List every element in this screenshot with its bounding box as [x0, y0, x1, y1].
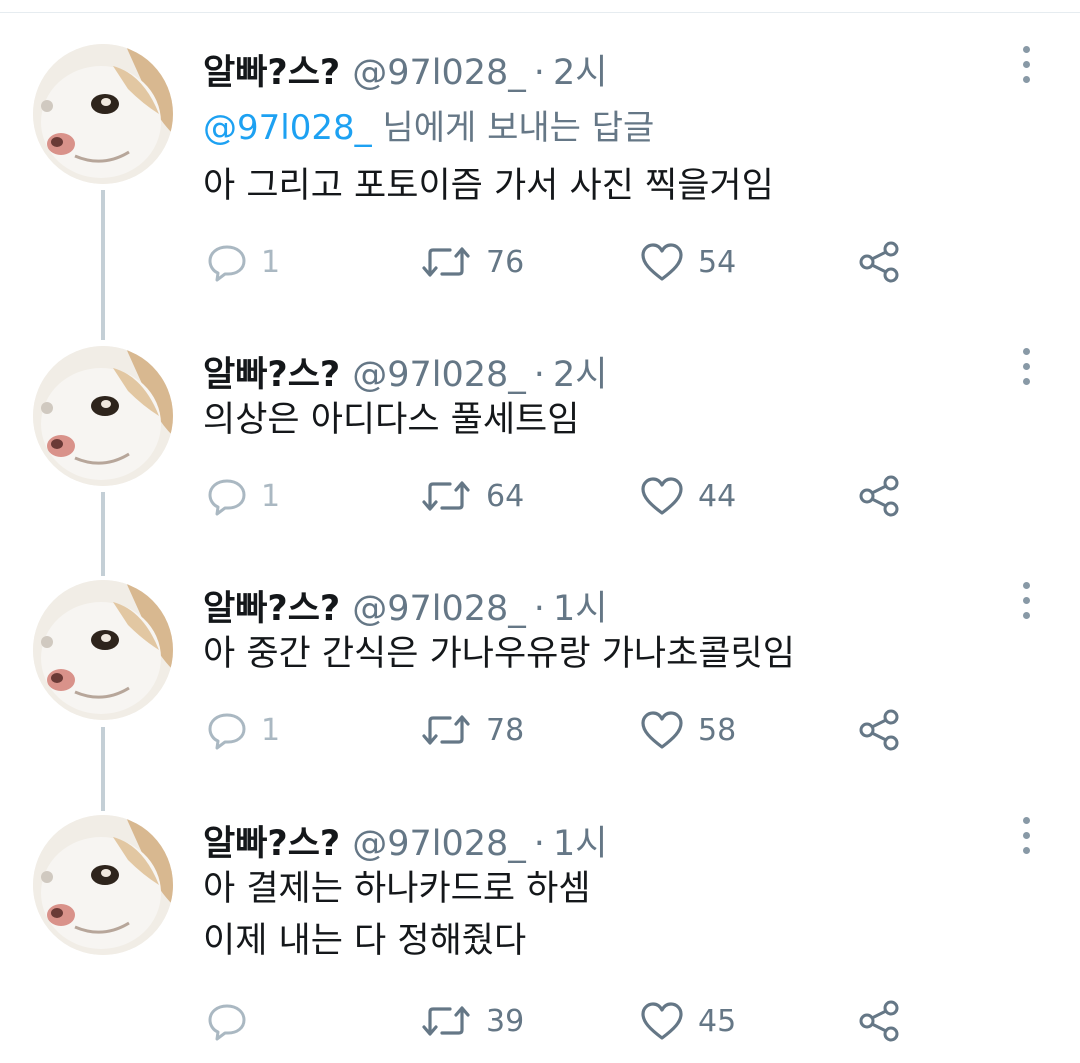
retweet-button[interactable]: 78 [420, 708, 524, 752]
avatar[interactable] [33, 815, 173, 955]
like-count: 45 [698, 1003, 737, 1039]
retweet-count: 39 [486, 1003, 525, 1039]
retweet-icon [422, 481, 470, 511]
top-divider [0, 0, 1080, 13]
tweet-header: 알빠?스? @97l028_ · 1시 [203, 580, 607, 631]
tweet-header: 알빠?스? @97l028_ · 2시 [203, 44, 607, 95]
display-name[interactable]: 알빠?스? [203, 44, 340, 95]
heart-icon [641, 711, 683, 749]
heart-icon [641, 1002, 683, 1040]
reply-context: @97l028_ 님에게 보내는 답글 [203, 100, 654, 149]
reply-count: 1 [261, 712, 281, 748]
separator-dot: · [533, 589, 545, 629]
share-button[interactable] [858, 999, 902, 1043]
reply-mention-link[interactable]: @97l028_ [203, 108, 372, 148]
like-count: 44 [698, 478, 737, 514]
timestamp[interactable]: 1시 [553, 580, 607, 631]
retweet-button[interactable]: 76 [420, 240, 524, 284]
tweet-text: 의상은 아디다스 풀세트임 [203, 394, 579, 446]
more-vertical-icon[interactable] [1016, 817, 1038, 857]
heart-icon [641, 477, 683, 515]
user-handle[interactable]: @97l028_ [352, 355, 526, 395]
separator-dot: · [533, 355, 545, 395]
retweet-icon [422, 715, 470, 745]
share-button[interactable] [858, 240, 902, 284]
more-vertical-icon[interactable] [1016, 582, 1038, 622]
more-vertical-icon[interactable] [1016, 348, 1038, 388]
share-button[interactable] [858, 474, 902, 518]
share-icon [859, 709, 899, 751]
timestamp[interactable]: 2시 [553, 44, 607, 95]
tweet-text-line: 아 결제는 하나카드로 하셈 [203, 869, 591, 909]
tweet-header: 알빠?스? @97l028_ · 1시 [203, 815, 607, 866]
separator-dot: · [533, 53, 545, 93]
reply-icon [208, 479, 246, 516]
reply-count: 1 [261, 244, 281, 280]
action-bar: 1 78 58 [0, 708, 1080, 752]
user-handle[interactable]: @97l028_ [352, 824, 526, 864]
share-icon [859, 1000, 899, 1042]
like-button[interactable]: 45 [640, 999, 736, 1043]
reply-button[interactable]: 1 [207, 708, 280, 752]
tweet-header: 알빠?스? @97l028_ · 2시 [203, 346, 607, 397]
action-bar: 1 64 44 [0, 474, 1080, 518]
share-icon [859, 241, 899, 283]
chihuahua-avatar-image [33, 580, 173, 720]
reply-icon [208, 713, 246, 750]
tweet-text-line: 의상은 아디다스 풀세트임 [203, 400, 580, 440]
retweet-count: 64 [486, 478, 525, 514]
retweet-count: 76 [486, 244, 525, 280]
like-count: 58 [698, 712, 737, 748]
tweet-text: 아 그리고 포토이즘 가서 사진 찍을거임 [203, 160, 774, 212]
like-count: 54 [698, 244, 737, 280]
share-icon [859, 475, 899, 517]
share-button[interactable] [858, 708, 902, 752]
like-button[interactable]: 58 [640, 708, 736, 752]
more-vertical-icon[interactable] [1016, 46, 1038, 86]
retweet-count: 78 [486, 712, 525, 748]
tweet-text-line: 아 그리고 포토이즘 가서 사진 찍을거임 [203, 166, 774, 206]
retweet-icon [422, 1006, 470, 1036]
like-button[interactable]: 54 [640, 240, 736, 284]
display-name[interactable]: 알빠?스? [203, 580, 340, 631]
chihuahua-avatar-image [33, 346, 173, 486]
display-name[interactable]: 알빠?스? [203, 815, 340, 866]
timestamp[interactable]: 2시 [553, 346, 607, 397]
separator-dot: · [533, 824, 545, 864]
reply-icon [208, 1004, 246, 1041]
reply-context-suffix: 님에게 보내는 답글 [382, 108, 655, 148]
reply-button[interactable]: 1 [207, 474, 280, 518]
retweet-button[interactable]: 39 [420, 999, 524, 1043]
user-handle[interactable]: @97l028_ [352, 589, 526, 629]
action-bar: 39 45 [0, 999, 1080, 1043]
tweet-text: 아 중간 간식은 가나우유랑 가나초콜릿임 [203, 628, 795, 680]
reply-button[interactable]: 1 [207, 240, 280, 284]
avatar[interactable] [33, 44, 173, 184]
avatar[interactable] [33, 580, 173, 720]
reply-icon [208, 245, 246, 282]
tweet-text: 아 결제는 하나카드로 하셈 이제 내는 다 정해줬다 [203, 863, 591, 967]
user-handle[interactable]: @97l028_ [352, 53, 526, 93]
tweet-text-line: 이제 내는 다 정해줬다 [203, 921, 527, 961]
chihuahua-avatar-image [33, 815, 173, 955]
tweet-text-line: 아 중간 간식은 가나우유랑 가나초콜릿임 [203, 634, 795, 674]
avatar[interactable] [33, 346, 173, 486]
reply-button[interactable] [207, 999, 261, 1043]
retweet-icon [422, 247, 470, 277]
action-bar: 1 76 54 [0, 240, 1080, 284]
display-name[interactable]: 알빠?스? [203, 346, 340, 397]
retweet-button[interactable]: 64 [420, 474, 524, 518]
heart-icon [641, 243, 683, 281]
timestamp[interactable]: 1시 [553, 815, 607, 866]
like-button[interactable]: 44 [640, 474, 736, 518]
reply-count: 1 [261, 478, 281, 514]
chihuahua-avatar-image [33, 44, 173, 184]
